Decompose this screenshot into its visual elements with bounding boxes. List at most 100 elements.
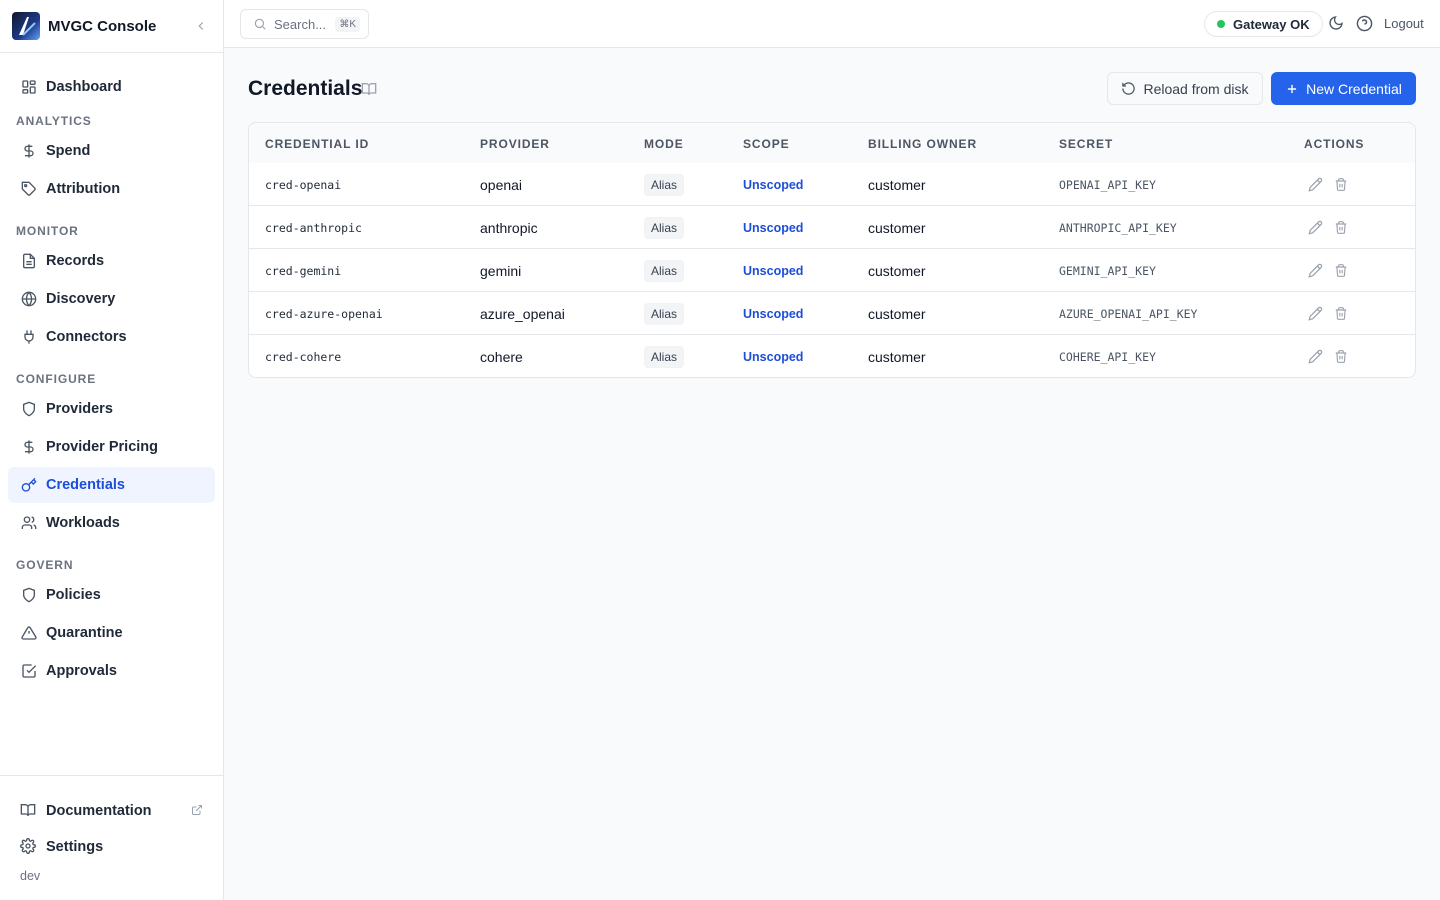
actions-cell xyxy=(1308,292,1360,335)
scope-link[interactable]: Unscoped xyxy=(743,350,803,364)
sidebar-item-label: Workloads xyxy=(46,515,120,531)
sidebar-item-workloads[interactable]: Workloads xyxy=(8,505,215,541)
edit-icon[interactable] xyxy=(1308,263,1324,279)
trash-icon[interactable] xyxy=(1334,263,1350,279)
tag-icon xyxy=(20,180,38,198)
brand-header: MVGC Console xyxy=(0,0,223,53)
sidebar-item-quarantine[interactable]: Quarantine xyxy=(8,615,215,651)
edit-icon[interactable] xyxy=(1308,306,1324,322)
sidebar-item-records[interactable]: Records xyxy=(8,243,215,279)
sidebar-item-credentials[interactable]: Credentials xyxy=(8,467,215,503)
key-icon xyxy=(20,476,38,494)
column-credential-id[interactable]: CREDENTIAL ID xyxy=(265,137,369,151)
sidebar-item-label: Spend xyxy=(46,143,91,159)
column-scope[interactable]: SCOPE xyxy=(743,137,790,151)
new-credential-button[interactable]: New Credential xyxy=(1271,72,1416,105)
mode-badge: Alias xyxy=(644,173,685,196)
sidebar-item-dashboard[interactable]: Dashboard xyxy=(8,69,215,105)
sidebar-item-label: Discovery xyxy=(46,291,116,307)
column-provider[interactable]: PROVIDER xyxy=(480,137,550,151)
app-logo xyxy=(12,12,40,40)
top-bar: Search... ⌘K Gateway OK Logout xyxy=(224,0,1440,48)
sidebar-item-label: Records xyxy=(46,253,105,269)
environment-label: dev xyxy=(20,869,41,883)
sidebar-item-label: Approvals xyxy=(46,663,117,679)
status-dot xyxy=(1217,20,1225,28)
provider-cell: azure_openai xyxy=(480,305,565,322)
edit-icon[interactable] xyxy=(1308,177,1324,193)
credential-id: cred-gemini xyxy=(265,263,342,278)
collapse-sidebar-icon[interactable] xyxy=(191,16,211,36)
actions-cell xyxy=(1308,163,1360,206)
check-square-icon xyxy=(20,662,38,680)
table-row[interactable]: cred-openai openai Alias Unscoped custom… xyxy=(249,163,1415,206)
logout-button[interactable]: Logout xyxy=(1384,16,1424,31)
mode-cell: Alias xyxy=(644,292,685,335)
scope-cell: Unscoped xyxy=(743,292,803,335)
trash-icon[interactable] xyxy=(1334,306,1350,322)
mode-cell: Alias xyxy=(644,206,685,249)
billing-owner-cell: customer xyxy=(868,305,926,322)
section-analytics: ANALYTICS xyxy=(16,114,92,128)
edit-icon[interactable] xyxy=(1308,220,1324,236)
table-row[interactable]: cred-azure-openai azure_openai Alias Uns… xyxy=(249,292,1415,335)
documentation-label: Documentation xyxy=(46,803,152,819)
book-icon[interactable] xyxy=(361,81,377,97)
scope-link[interactable]: Unscoped xyxy=(743,178,803,192)
file-text-icon xyxy=(20,252,38,270)
scope-link[interactable]: Unscoped xyxy=(743,307,803,321)
table-row[interactable]: cred-anthropic anthropic Alias Unscoped … xyxy=(249,206,1415,249)
sidebar-footer: Documentation Settings dev xyxy=(0,775,223,900)
credential-id: cred-openai xyxy=(265,177,342,192)
edit-icon[interactable] xyxy=(1308,349,1324,365)
external-link-icon xyxy=(191,804,203,816)
sidebar-item-label: Connectors xyxy=(46,329,127,345)
column-secret[interactable]: SECRET xyxy=(1059,137,1113,151)
plus-icon xyxy=(1285,82,1299,96)
trash-icon[interactable] xyxy=(1334,349,1350,365)
trash-icon[interactable] xyxy=(1334,177,1350,193)
mode-badge: Alias xyxy=(644,345,685,368)
moon-icon[interactable] xyxy=(1328,15,1346,33)
settings-label: Settings xyxy=(46,839,104,855)
column-billing-owner[interactable]: BILLING OWNER xyxy=(868,137,977,151)
shield-icon xyxy=(20,400,38,418)
sidebar-item-attribution[interactable]: Attribution xyxy=(8,171,215,207)
refresh-icon xyxy=(1121,81,1136,96)
sidebar-item-discovery[interactable]: Discovery xyxy=(8,281,215,317)
actions-cell xyxy=(1308,206,1360,249)
page-title: Credentials xyxy=(248,77,363,100)
column-actions: ACTIONS xyxy=(1304,137,1365,151)
sidebar-item-label: Providers xyxy=(46,401,113,417)
sidebar-item-spend[interactable]: Spend xyxy=(8,133,215,169)
secret-cell: OPENAI_API_KEY xyxy=(1059,177,1156,192)
credentials-table: CREDENTIAL ID PROVIDER MODE SCOPE BILLIN… xyxy=(248,122,1416,378)
column-mode[interactable]: MODE xyxy=(644,137,684,151)
sidebar-item-label: Attribution xyxy=(46,181,121,197)
search-input[interactable]: Search... ⌘K xyxy=(240,9,369,39)
table-header: CREDENTIAL ID PROVIDER MODE SCOPE BILLIN… xyxy=(249,123,1415,163)
scope-cell: Unscoped xyxy=(743,249,803,292)
sidebar-item-approvals[interactable]: Approvals xyxy=(8,653,215,689)
settings-link[interactable]: Settings xyxy=(8,830,215,864)
section-govern: GOVERN xyxy=(16,558,74,572)
users-icon xyxy=(20,514,38,532)
sidebar-item-connectors[interactable]: Connectors xyxy=(8,319,215,355)
search-icon xyxy=(253,17,267,31)
sidebar-item-providers[interactable]: Providers xyxy=(8,391,215,427)
table-row[interactable]: cred-cohere cohere Alias Unscoped custom… xyxy=(249,335,1415,377)
mode-badge: Alias xyxy=(644,259,685,282)
sidebar-item-provider-pricing[interactable]: Provider Pricing xyxy=(8,429,215,465)
scope-link[interactable]: Unscoped xyxy=(743,221,803,235)
dashboard-icon xyxy=(20,78,38,96)
sidebar: MVGC Console Dashboard ANALYTICS Spend A… xyxy=(0,0,224,900)
secret-cell: GEMINI_API_KEY xyxy=(1059,263,1156,278)
billing-owner-cell: customer xyxy=(868,262,926,279)
trash-icon[interactable] xyxy=(1334,220,1350,236)
help-icon[interactable] xyxy=(1356,15,1374,33)
documentation-link[interactable]: Documentation xyxy=(8,794,215,828)
sidebar-item-policies[interactable]: Policies xyxy=(8,577,215,613)
scope-link[interactable]: Unscoped xyxy=(743,264,803,278)
table-row[interactable]: cred-gemini gemini Alias Unscoped custom… xyxy=(249,249,1415,292)
reload-from-disk-button[interactable]: Reload from disk xyxy=(1107,72,1263,105)
